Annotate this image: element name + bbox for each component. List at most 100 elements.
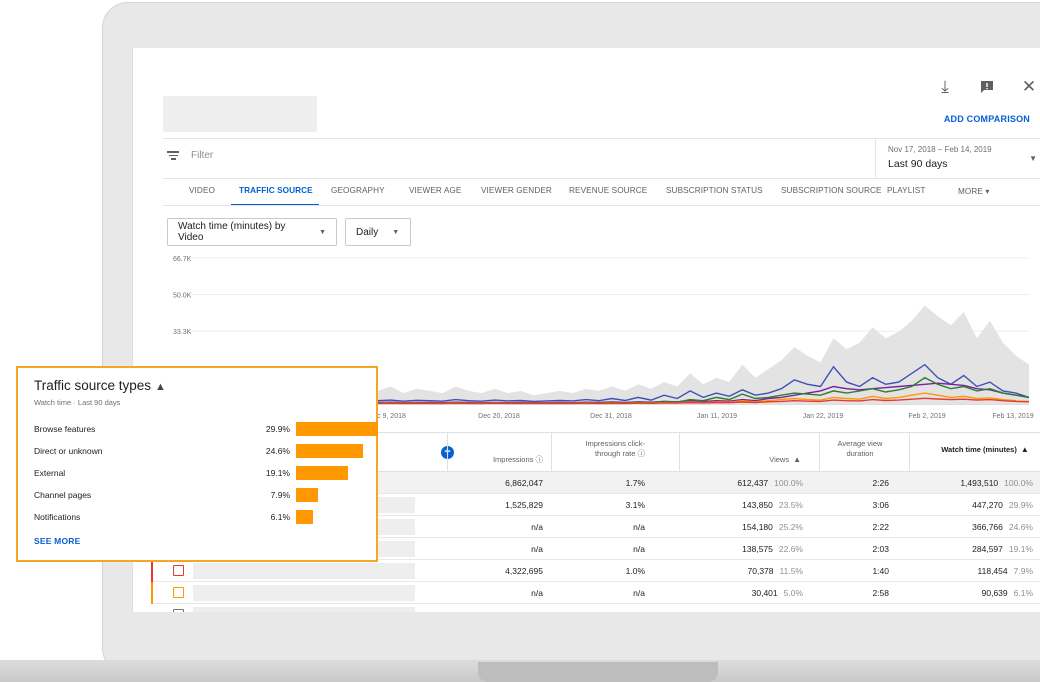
metric-dropdown-label: Watch time (minutes) by Video (178, 221, 286, 243)
tab-playlist[interactable]: PLAYLIST (887, 186, 925, 195)
chevron-down-icon: ▼ (1029, 154, 1037, 163)
column-divider (679, 433, 680, 473)
cell-watch-time: 1,493,510 100.0% (911, 478, 1033, 488)
cell-average-view-duration: 2:58 (872, 588, 889, 598)
cell-views-value: 20,478 (752, 610, 778, 612)
card-title-text: Traffic source types (34, 378, 152, 393)
cell-views-value: 30,401 (751, 588, 778, 598)
cell-ctr: n/a (633, 522, 645, 532)
row-checkbox[interactable] (173, 609, 184, 612)
interval-dropdown-label: Daily (356, 226, 379, 238)
cell-impressions: 6,862,047 (505, 478, 543, 488)
x-tick-label: Jan 11, 2019 (697, 413, 737, 420)
tab-traffic-source[interactable]: TRAFFIC SOURCE (239, 186, 313, 195)
cell-views-value: 154,180 (742, 522, 773, 532)
add-comparison-button[interactable]: ADD COMPARISON (944, 114, 1030, 124)
header-ctr-label: Impressions click-through rate (585, 439, 645, 458)
x-tick-label: Feb 13, 2019 (992, 413, 1033, 420)
interval-dropdown[interactable]: Daily ▼ (345, 218, 411, 246)
cell-watch-time: 284,597 19.1% (911, 544, 1033, 554)
x-tick-label: Feb 2, 2019 (908, 413, 945, 420)
column-divider (819, 433, 820, 473)
sort-icon: ▲ (793, 455, 801, 464)
cell-impressions: 1,525,829 (505, 500, 543, 510)
source-percent: 19.1% (265, 468, 290, 478)
table-row[interactable]: 205,178 1.7% 20,478 3.3% 2:30 51,200 3.4% (151, 604, 1040, 612)
source-percent: 29.9% (265, 424, 290, 434)
source-percent: 6.1% (270, 512, 290, 522)
cell-views-pct: 23.5% (778, 500, 803, 510)
close-icon[interactable]: ✕ (1018, 76, 1040, 98)
header-watch-time-label: Watch time (minutes) (941, 445, 1017, 454)
download-icon[interactable]: ⤓ (934, 76, 956, 98)
source-percent: 7.9% (270, 490, 290, 500)
cell-watch-time-pct: 29.9% (1008, 500, 1033, 510)
cell-views-value: 143,850 (742, 500, 773, 510)
row-checkbox[interactable] (173, 565, 184, 576)
column-divider (551, 433, 552, 473)
date-preset-text: Last 90 days (888, 158, 948, 170)
cell-watch-time: 447,270 29.9% (911, 500, 1033, 510)
cell-views: 612,437 100.0% (687, 478, 803, 488)
warning-icon: ▲ (155, 381, 166, 393)
source-label: Channel pages (34, 490, 92, 500)
chevron-down-icon: ▼ (319, 228, 326, 236)
date-range-text: Nov 17, 2018 – Feb 14, 2019 (888, 145, 992, 154)
cell-views-pct: 11.5% (779, 566, 803, 576)
source-label: Direct or unknown (34, 446, 103, 456)
cell-watch-time-pct: 3.4% (1014, 610, 1033, 612)
cell-views-pct: 25.2% (778, 522, 803, 532)
tab-more[interactable]: MORE ▾ (958, 186, 990, 196)
tab-subscription-source[interactable]: SUBSCRIPTION SOURCE (781, 186, 882, 195)
chevron-down-icon: ▼ (392, 228, 400, 236)
tab-revenue-source[interactable]: REVENUE SOURCE (569, 186, 647, 195)
see-more-link[interactable]: SEE MORE (34, 536, 80, 546)
cell-impressions: n/a (531, 544, 543, 554)
tab-video[interactable]: VIDEO (189, 186, 215, 195)
cell-views-value: 612,437 (737, 478, 769, 488)
source-bar (296, 510, 313, 524)
cell-ctr: 1.7% (625, 478, 645, 488)
date-range-picker[interactable]: Nov 17, 2018 – Feb 14, 2019 Last 90 days… (875, 138, 1040, 178)
cell-watch-time-pct: 100.0% (1004, 478, 1033, 488)
series-color-strip (151, 560, 153, 582)
tab-viewer-age[interactable]: VIEWER AGE (409, 186, 461, 195)
table-row[interactable]: n/a n/a 30,401 5.0% 2:58 90,639 6.1% (151, 582, 1040, 604)
header-impressions[interactable]: Impressions ⓘ (457, 455, 543, 465)
header-watch-time[interactable]: Watch time (minutes) ▲ (941, 445, 1029, 455)
tab-subscription-status[interactable]: SUBSCRIPTION STATUS (666, 186, 763, 195)
cell-impressions: 205,178 (451, 610, 543, 612)
cell-watch-time: 51,200 3.4% (911, 610, 1033, 612)
tab-viewer-gender[interactable]: VIEWER GENDER (481, 186, 552, 195)
cell-views-pct: 22.6% (778, 544, 803, 554)
channel-thumbnail-placeholder (163, 96, 317, 132)
cell-views-pct: 3.3% (784, 610, 803, 612)
feedback-icon[interactable] (976, 76, 998, 98)
source-row: External 19.1% (34, 466, 374, 482)
cell-average-view-duration: 1:40 (872, 566, 889, 576)
column-divider (447, 433, 448, 473)
filter-icon (167, 151, 179, 160)
cell-ctr: n/a (633, 588, 645, 598)
divider (163, 178, 1040, 179)
table-row[interactable]: 4,322,695 1.0% 70,378 11.5% 1:40 118,454 7.9% (151, 560, 1040, 582)
cell-watch-time: 118,454 7.9% (911, 566, 1033, 576)
source-label: Notifications (34, 512, 81, 522)
traffic-source-types-card: Traffic source types ▲ Watch time · Last … (16, 366, 378, 562)
source-row: Browse features 29.9% (34, 422, 378, 438)
row-checkbox[interactable] (173, 587, 184, 598)
tab-geography[interactable]: GEOGRAPHY (331, 186, 385, 195)
cell-impressions: n/a (531, 588, 543, 598)
source-row: Notifications 6.1% (34, 510, 374, 526)
cell-ctr: 1.7% (555, 610, 645, 612)
report-tabs: VIDEO TRAFFIC SOURCE GEOGRAPHY VIEWER AG… (163, 186, 1040, 206)
header-ctr[interactable]: Impressions click-through rate ⓘ (561, 439, 645, 459)
header-views-label: Views (769, 455, 790, 464)
column-divider (909, 433, 910, 473)
header-impressions-label: Impressions (492, 455, 534, 464)
header-views[interactable]: Views ▲ (691, 455, 801, 465)
header-average-view-duration[interactable]: Average view duration (827, 439, 893, 459)
filter-bar[interactable]: Filter (167, 150, 213, 161)
metric-dropdown[interactable]: Watch time (minutes) by Video ▼ (167, 218, 337, 246)
cell-views: 154,180 25.2% (687, 522, 803, 532)
